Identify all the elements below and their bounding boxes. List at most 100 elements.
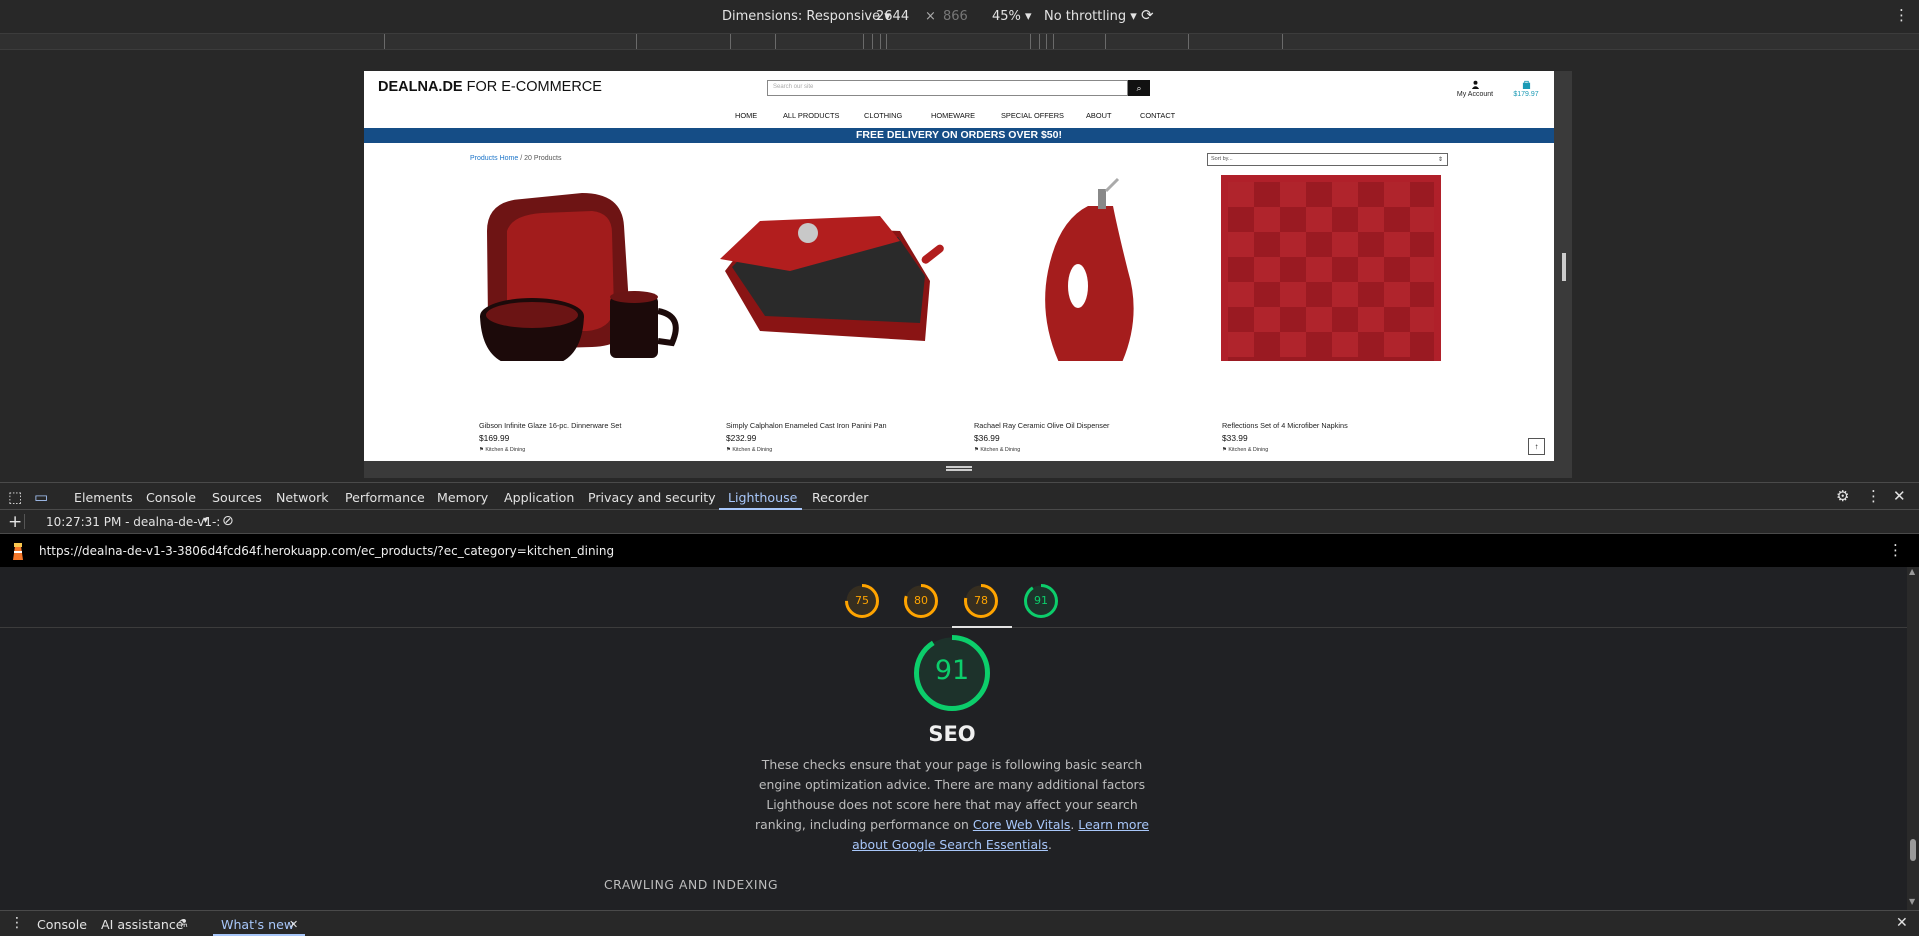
breadcrumb-link[interactable]: Products Home: [470, 155, 518, 162]
tab-performance[interactable]: Performance: [345, 490, 425, 505]
tab-lighthouse[interactable]: Lighthouse: [728, 490, 797, 505]
product-image-dinnerware[interactable]: [472, 171, 702, 361]
width-input[interactable]: 2644: [876, 9, 909, 24]
tab-memory[interactable]: Memory: [437, 490, 488, 505]
tab-application[interactable]: Application: [504, 490, 574, 505]
resize-handle-right[interactable]: [1554, 71, 1572, 478]
dimensions-dropdown[interactable]: Dimensions: Responsive ▾: [722, 9, 891, 24]
product-image-napkins[interactable]: [1216, 171, 1446, 361]
logo-bold: DEALNA.DE: [378, 79, 463, 95]
device-toolbar: Dimensions: Responsive ▾ 2644 × 866 45% …: [0, 0, 1919, 34]
more-options-icon[interactable]: ⋮: [1894, 6, 1909, 24]
score-gauge-accessibility[interactable]: 80: [904, 584, 938, 618]
nav-contact[interactable]: CONTACT: [1140, 111, 1175, 120]
seo-score-value: 91: [934, 655, 970, 686]
report-scrollbar[interactable]: ▲ ▼: [1907, 567, 1919, 910]
tab-sources[interactable]: Sources: [212, 490, 262, 505]
zoom-dropdown[interactable]: 45% ▾: [992, 9, 1032, 24]
product-image-panini-pan[interactable]: [720, 171, 950, 361]
devtools-tab-bar: ⬚ ▭ Elements Console Sources Network Per…: [0, 482, 1919, 510]
clear-icon[interactable]: ⊘: [222, 513, 234, 529]
product-name[interactable]: Gibson Infinite Glaze 16-pc. Dinnerware …: [479, 421, 621, 430]
score-gauge-best-practices[interactable]: 78: [964, 584, 998, 618]
drag-grip-icon: [1562, 253, 1566, 281]
product-category[interactable]: ⚑ Kitchen & Dining: [479, 447, 525, 453]
rotate-icon[interactable]: ⟳: [1141, 6, 1154, 24]
drawer-menu-icon[interactable]: ⋮: [10, 915, 24, 931]
drawer-tab-console[interactable]: Console: [37, 917, 87, 932]
nav-homeware[interactable]: HOMEWARE: [931, 111, 975, 120]
media-query-ruler[interactable]: [0, 34, 1919, 50]
device-mode-icon[interactable]: ▭: [34, 488, 48, 506]
throttling-dropdown[interactable]: No throttling ▾: [1044, 9, 1137, 24]
drawer-tab-ai-assistance[interactable]: AI assistance: [101, 917, 184, 932]
drag-grip-icon: [946, 466, 972, 471]
more-options-icon[interactable]: ⋮: [1888, 541, 1903, 559]
lighthouse-report: 75 80 78 91 91 SEO These checks ensure t…: [0, 567, 1907, 910]
flask-icon: ⚗: [178, 917, 188, 930]
chevron-down-icon[interactable]: ▾: [203, 515, 208, 526]
scroll-down-icon[interactable]: ▼: [1909, 897, 1915, 906]
product-name[interactable]: Rachael Ray Ceramic Olive Oil Dispenser: [974, 421, 1109, 430]
my-account-link[interactable]: My Account: [1453, 80, 1497, 98]
tab-console[interactable]: Console: [146, 490, 196, 505]
sort-arrows-icon: ⇕: [1437, 157, 1443, 163]
cart-link[interactable]: $179.97: [1511, 80, 1541, 98]
emulated-page[interactable]: DEALNA.DE FOR E-COMMERCE Search our site…: [364, 71, 1554, 461]
site-search-input[interactable]: Search our site: [767, 80, 1128, 96]
core-web-vitals-link[interactable]: Core Web Vitals: [973, 817, 1071, 832]
dimensions-label: Dimensions: Responsive: [722, 9, 881, 24]
more-options-icon[interactable]: ⋮: [1866, 487, 1881, 505]
report-selector[interactable]: 10:27:31 PM - dealna-de-v1-:: [46, 515, 220, 529]
nav-special-offers[interactable]: SPECIAL OFFERS: [1001, 111, 1064, 120]
site-logo[interactable]: DEALNA.DE FOR E-COMMERCE: [378, 79, 602, 95]
shopping-bag-icon: [1522, 80, 1530, 89]
product-price: $232.99: [726, 433, 757, 443]
new-report-icon[interactable]: +: [8, 512, 22, 532]
close-tab-icon[interactable]: ✕: [289, 918, 298, 931]
tab-recorder[interactable]: Recorder: [812, 490, 868, 505]
tab-elements[interactable]: Elements: [74, 490, 133, 505]
height-input[interactable]: 866: [943, 9, 968, 24]
scroll-up-icon[interactable]: ▲: [1909, 567, 1915, 576]
search-icon[interactable]: ⌕: [1128, 80, 1150, 96]
product-name[interactable]: Simply Calphalon Enameled Cast Iron Pani…: [726, 421, 887, 430]
category-label: Kitchen & Dining: [732, 447, 773, 453]
product-category[interactable]: ⚑ Kitchen & Dining: [974, 447, 1020, 453]
account-label: My Account: [1456, 91, 1494, 98]
arrow-up-icon: ↑: [1534, 442, 1539, 451]
score-gauge-seo[interactable]: 91: [1024, 584, 1058, 618]
nav-all-products[interactable]: ALL PRODUCTS: [783, 111, 839, 120]
section-heading: CRAWLING AND INDEXING: [604, 878, 779, 892]
selected-gauge-indicator: [952, 626, 1012, 628]
drawer-tab-whats-new[interactable]: What's new: [221, 917, 294, 932]
product-category[interactable]: ⚑ Kitchen & Dining: [1222, 447, 1268, 453]
tab-network[interactable]: Network: [276, 490, 329, 505]
product-name[interactable]: Reflections Set of 4 Microfiber Napkins: [1222, 421, 1348, 430]
breadcrumb: Products Home / 20 Products: [470, 155, 561, 162]
sort-label: Sort by...: [1211, 156, 1233, 162]
scrollbar-thumb[interactable]: [1910, 839, 1916, 861]
score-gauge-performance[interactable]: 75: [845, 584, 879, 618]
category-label: Kitchen & Dining: [980, 447, 1021, 453]
lighthouse-toolbar: + 10:27:31 PM - dealna-de-v1-: ▾ ⊘: [0, 510, 1919, 534]
tab-privacy-security[interactable]: Privacy and security: [588, 490, 716, 505]
close-icon[interactable]: ✕: [1893, 487, 1906, 505]
nav-home[interactable]: HOME: [735, 111, 757, 120]
nav-clothing[interactable]: CLOTHING: [864, 111, 902, 120]
nav-about[interactable]: ABOUT: [1086, 111, 1111, 120]
report-url[interactable]: https://dealna-de-v1-3-3806d4fcd64f.hero…: [39, 544, 614, 558]
sort-select[interactable]: Sort by... ⇕: [1207, 153, 1448, 166]
inspect-icon[interactable]: ⬚: [8, 488, 22, 506]
back-to-top-button[interactable]: ↑: [1528, 438, 1545, 455]
settings-icon[interactable]: ⚙: [1836, 487, 1849, 505]
delivery-banner: FREE DELIVERY ON ORDERS OVER $50!: [364, 128, 1554, 143]
score-value: 75: [855, 594, 869, 607]
score-value: 91: [1034, 594, 1048, 607]
product-category[interactable]: ⚑ Kitchen & Dining: [726, 447, 772, 453]
product-image-oil-dispenser[interactable]: [968, 171, 1198, 361]
seo-score-gauge: 91: [914, 635, 990, 711]
close-drawer-icon[interactable]: ✕: [1896, 915, 1908, 931]
resize-handle-bottom[interactable]: [364, 461, 1572, 478]
score-value: 80: [914, 594, 928, 607]
